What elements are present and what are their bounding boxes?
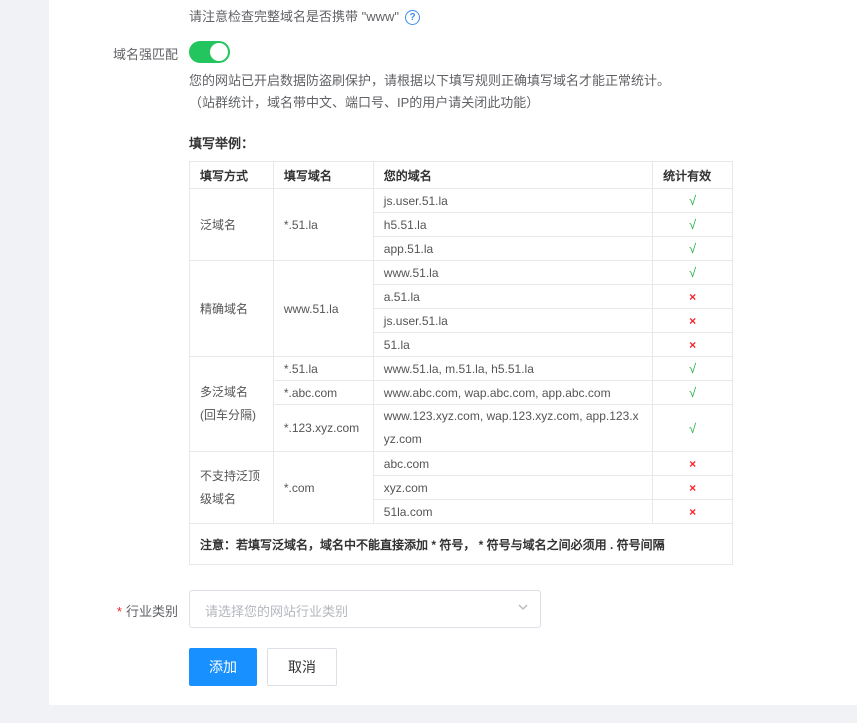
domain-cell: a.51.la <box>372 284 654 309</box>
method-cell: 多泛域名 (回车分隔) <box>189 356 274 452</box>
domain-cell: www.51.la <box>372 260 654 285</box>
valid-cell: × <box>652 475 733 500</box>
pattern-cell: *.123.xyz.com <box>272 404 374 452</box>
domain-cell: h5.51.la <box>372 212 654 237</box>
cross-icon: × <box>689 337 697 352</box>
chevron-down-icon <box>518 604 528 610</box>
domain-cell: www.abc.com, wap.abc.com, app.abc.com <box>372 380 654 405</box>
valid-cell: √ <box>652 404 733 452</box>
industry-placeholder: 请选择您的网站行业类别 <box>205 604 349 619</box>
cross-icon: × <box>689 480 697 495</box>
domain-line: www.123.xyz.com, wap.123.xyz.com, app.12… <box>383 409 639 423</box>
valid-cell: × <box>652 332 733 357</box>
check-icon: √ <box>689 385 697 400</box>
method-cell: 泛域名 <box>189 188 274 261</box>
col-header: 您的域名 <box>372 161 654 189</box>
desc-line-2: （站群统计，域名带中文、端口号、IP的用户请关闭此功能） <box>189 95 540 110</box>
domain-cell: js.user.51.la <box>372 308 654 333</box>
pattern-cell: www.51.la <box>272 260 374 357</box>
domain-cell: 51.la <box>372 332 654 357</box>
valid-cell: × <box>652 308 733 333</box>
domain-cell: 51la.com <box>372 499 654 524</box>
add-button[interactable]: 添加 <box>189 648 257 686</box>
check-icon: √ <box>689 241 697 256</box>
table-row: 精确域名 www.51.la www.51.la √ <box>189 260 733 357</box>
domain-cell: www.123.xyz.com, wap.123.xyz.com, app.12… <box>372 404 654 452</box>
domain-cell: abc.com <box>372 451 654 476</box>
valid-cell: √ <box>652 260 733 285</box>
method-cell: 不支持泛顶 级域名 <box>189 451 274 524</box>
cross-icon: × <box>689 456 697 471</box>
strict-match-toggle[interactable] <box>189 41 230 63</box>
col-header: 填写域名 <box>272 161 374 189</box>
valid-cell: √ <box>652 356 733 381</box>
industry-label-text: 行业类别 <box>125 604 178 619</box>
domain-line: yz.com <box>383 432 422 446</box>
note-row: 注意：若填写泛域名，域名中不能直接添加 * 符号， * 符号与域名之间必须用 .… <box>189 523 733 565</box>
strict-match-description: 您的网站已开启数据防盗刷保护，请根据以下填写规则正确填写域名才能正常统计。 （站… <box>189 70 670 114</box>
industry-label: * 行业类别 <box>58 601 178 620</box>
pattern-cell: *.com <box>272 451 374 524</box>
table-header-row: 填写方式 填写域名 您的域名 统计有效 <box>189 161 733 189</box>
valid-cell: × <box>652 284 733 309</box>
pattern-cell: *.51.la <box>272 356 374 381</box>
toggle-knob <box>210 43 228 61</box>
valid-cell: × <box>652 499 733 524</box>
valid-cell: √ <box>652 380 733 405</box>
industry-select[interactable]: 请选择您的网站行业类别 <box>189 590 541 628</box>
domain-cell: www.51.la, m.51.la, h5.51.la <box>372 356 654 381</box>
cross-icon: × <box>689 504 697 519</box>
pattern-cell: *.abc.com <box>272 380 374 405</box>
pattern-cell: *.51.la <box>272 188 374 261</box>
cancel-button[interactable]: 取消 <box>267 648 337 686</box>
domain-cell: js.user.51.la <box>372 188 654 213</box>
method-line: 级域名 <box>200 491 237 506</box>
www-hint: 请注意检查完整域名是否携带 "www" ? <box>189 8 421 26</box>
table-note: 注意：若填写泛域名，域名中不能直接添加 * 符号， * 符号与域名之间必须用 .… <box>189 523 733 565</box>
required-mark: * <box>116 604 122 619</box>
col-header: 统计有效 <box>652 161 733 189</box>
check-icon: √ <box>689 217 697 232</box>
valid-cell: √ <box>652 188 733 213</box>
question-circle-icon[interactable]: ? <box>405 9 421 25</box>
hint-text: 请注意检查完整域名是否携带 "www" <box>189 9 400 24</box>
cross-icon: × <box>689 313 697 328</box>
method-line: 多泛域名 <box>200 385 249 399</box>
check-icon: √ <box>689 265 697 280</box>
table-row: 泛域名 *.51.la js.user.51.la √ <box>189 188 733 261</box>
domain-cell: xyz.com <box>372 475 654 500</box>
check-icon: √ <box>689 420 697 436</box>
example-title: 填写举例： <box>189 136 255 151</box>
table-row: 多泛域名 (回车分隔) *.51.la www.51.la, m.51.la, … <box>189 356 733 452</box>
col-header: 填写方式 <box>189 161 274 189</box>
example-table: 填写方式 填写域名 您的域名 统计有效 泛域名 *.51.la js.user.… <box>189 161 733 565</box>
check-icon: √ <box>689 193 697 208</box>
method-line: 不支持泛顶 <box>200 468 261 483</box>
desc-line-1: 您的网站已开启数据防盗刷保护，请根据以下填写规则正确填写域名才能正常统计。 <box>189 73 671 88</box>
cross-icon: × <box>689 289 697 304</box>
method-line: (回车分隔) <box>200 408 256 422</box>
valid-cell: √ <box>652 236 733 261</box>
valid-cell: √ <box>652 212 733 237</box>
strict-match-label: 域名强匹配 <box>112 47 178 62</box>
domain-cell: app.51.la <box>372 236 654 261</box>
valid-cell: × <box>652 451 733 476</box>
table-row: 不支持泛顶 级域名 *.com abc.com × <box>189 451 733 524</box>
check-icon: √ <box>689 361 697 376</box>
method-cell: 精确域名 <box>189 260 274 357</box>
